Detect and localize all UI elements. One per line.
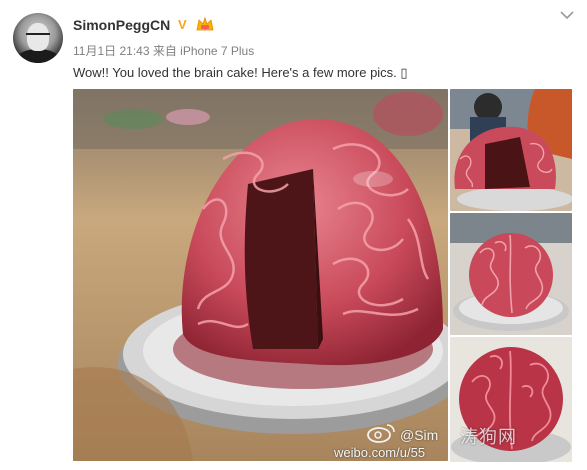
post-text: Wow!! You loved the brain cake! Here's a… <box>73 65 408 80</box>
avatar[interactable] <box>13 13 63 63</box>
watermark-url: weibo.com/u/55 <box>334 445 426 460</box>
avatar-glasses <box>26 33 50 38</box>
chevron-down-icon[interactable] <box>560 10 574 20</box>
post-source: 来自 iPhone 7 Plus <box>152 44 255 58</box>
watermark-handle: @Sim <box>400 427 439 443</box>
site-watermark: 涛狗网 <box>460 427 517 447</box>
photo-brain-cake-whole-party[interactable] <box>450 89 572 211</box>
brain-cake-party-illustration <box>450 89 572 211</box>
weibo-logo-icon <box>367 424 395 443</box>
post-meta: 11月1日 21:43 来自 iPhone 7 Plus <box>73 42 254 59</box>
username-link[interactable]: SimonPeggCN <box>73 17 170 33</box>
brain-cake-sliced-illustration <box>73 89 448 461</box>
vip-member-icon[interactable] <box>196 17 214 32</box>
photo-brain-cake-top-view[interactable] <box>450 213 572 335</box>
post-timestamp[interactable]: 11月1日 21:43 <box>73 44 150 58</box>
avatar-shoulders <box>17 49 59 63</box>
verified-icon: V <box>178 17 187 32</box>
photo-brain-cake-sliced[interactable] <box>73 89 448 461</box>
brain-cake-top-illustration <box>450 213 572 335</box>
